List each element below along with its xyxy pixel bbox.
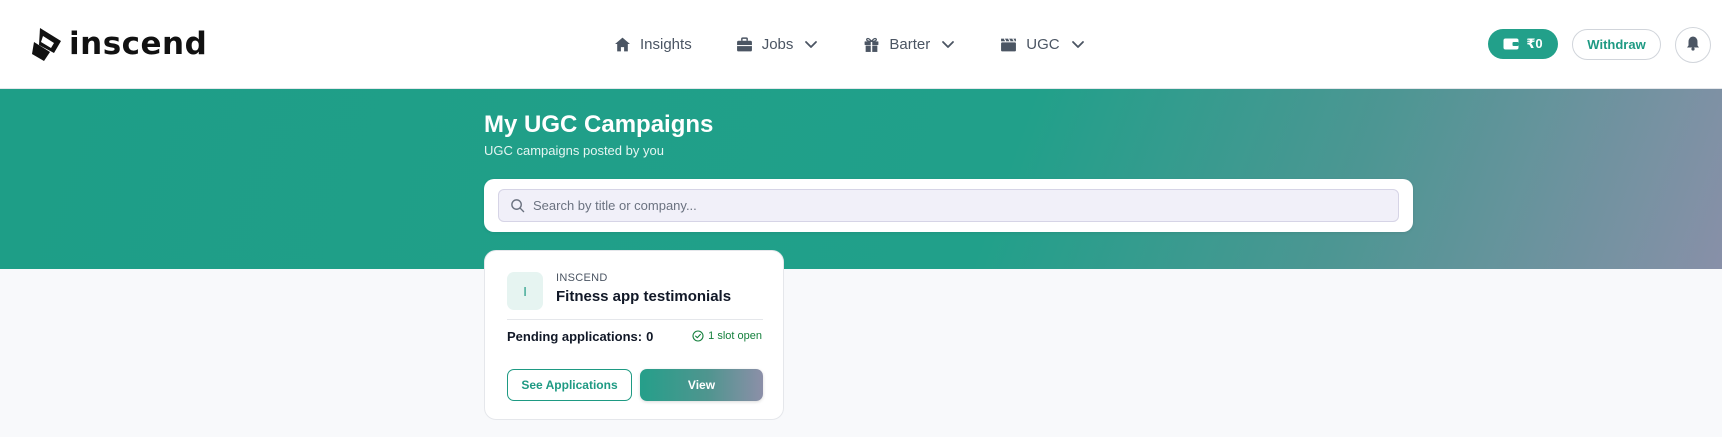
search-panel xyxy=(484,179,1413,232)
nav-item-insights[interactable]: Insights xyxy=(614,30,692,58)
chevron-down-icon xyxy=(803,36,819,52)
slot-status-badge: 1 slot open xyxy=(692,330,762,342)
inscend-logo-mark xyxy=(32,28,61,61)
inscend-logo[interactable]: inscend xyxy=(30,24,207,64)
nav-label-barter: Barter xyxy=(889,35,931,53)
withdraw-button[interactable]: Withdraw xyxy=(1572,29,1661,60)
campaign-card: I INSCEND Fitness app testimonials Pendi… xyxy=(484,250,784,420)
slot-status-text: 1 slot open xyxy=(708,330,762,342)
wallet-icon xyxy=(1503,37,1519,51)
gift-icon xyxy=(863,36,880,53)
top-navbar: inscend Insights Jobs Barter UGC ₹0 With… xyxy=(0,0,1722,89)
company-avatar: I xyxy=(507,272,543,310)
search-field[interactable] xyxy=(498,189,1399,222)
nav-item-jobs[interactable]: Jobs xyxy=(736,30,820,58)
wallet-amount: ₹0 xyxy=(1526,36,1543,51)
see-applications-button[interactable]: See Applications xyxy=(507,369,632,401)
page-title: My UGC Campaigns xyxy=(484,111,714,138)
briefcase-icon xyxy=(736,36,753,53)
check-circle-icon xyxy=(692,330,704,342)
campaign-company: INSCEND xyxy=(556,272,608,284)
nav-label-insights: Insights xyxy=(640,35,692,53)
main-nav: Insights Jobs Barter UGC xyxy=(614,30,1086,58)
nav-item-ugc[interactable]: UGC xyxy=(1000,30,1085,58)
search-icon xyxy=(510,198,525,213)
clapperboard-icon xyxy=(1000,36,1017,53)
search-input[interactable] xyxy=(533,198,1383,213)
view-campaign-button[interactable]: View xyxy=(640,369,763,401)
nav-label-jobs: Jobs xyxy=(761,35,794,53)
chevron-down-icon xyxy=(940,36,956,52)
nav-label-ugc: UGC xyxy=(1026,35,1060,53)
notifications-button[interactable] xyxy=(1675,27,1711,63)
chevron-down-icon xyxy=(1070,36,1086,52)
card-divider xyxy=(507,319,763,320)
page-subtitle: UGC campaigns posted by you xyxy=(484,143,664,158)
pending-applications-label: Pending applications: xyxy=(507,329,643,344)
home-icon xyxy=(614,36,631,53)
pending-applications: Pending applications: 0 xyxy=(507,329,653,344)
pending-applications-count: 0 xyxy=(646,329,654,344)
nav-item-barter[interactable]: Barter xyxy=(863,30,956,58)
brand-name: inscend xyxy=(69,25,208,62)
bell-icon xyxy=(1685,35,1701,56)
wallet-balance-button[interactable]: ₹0 xyxy=(1488,29,1558,59)
campaign-title: Fitness app testimonials xyxy=(556,288,732,305)
